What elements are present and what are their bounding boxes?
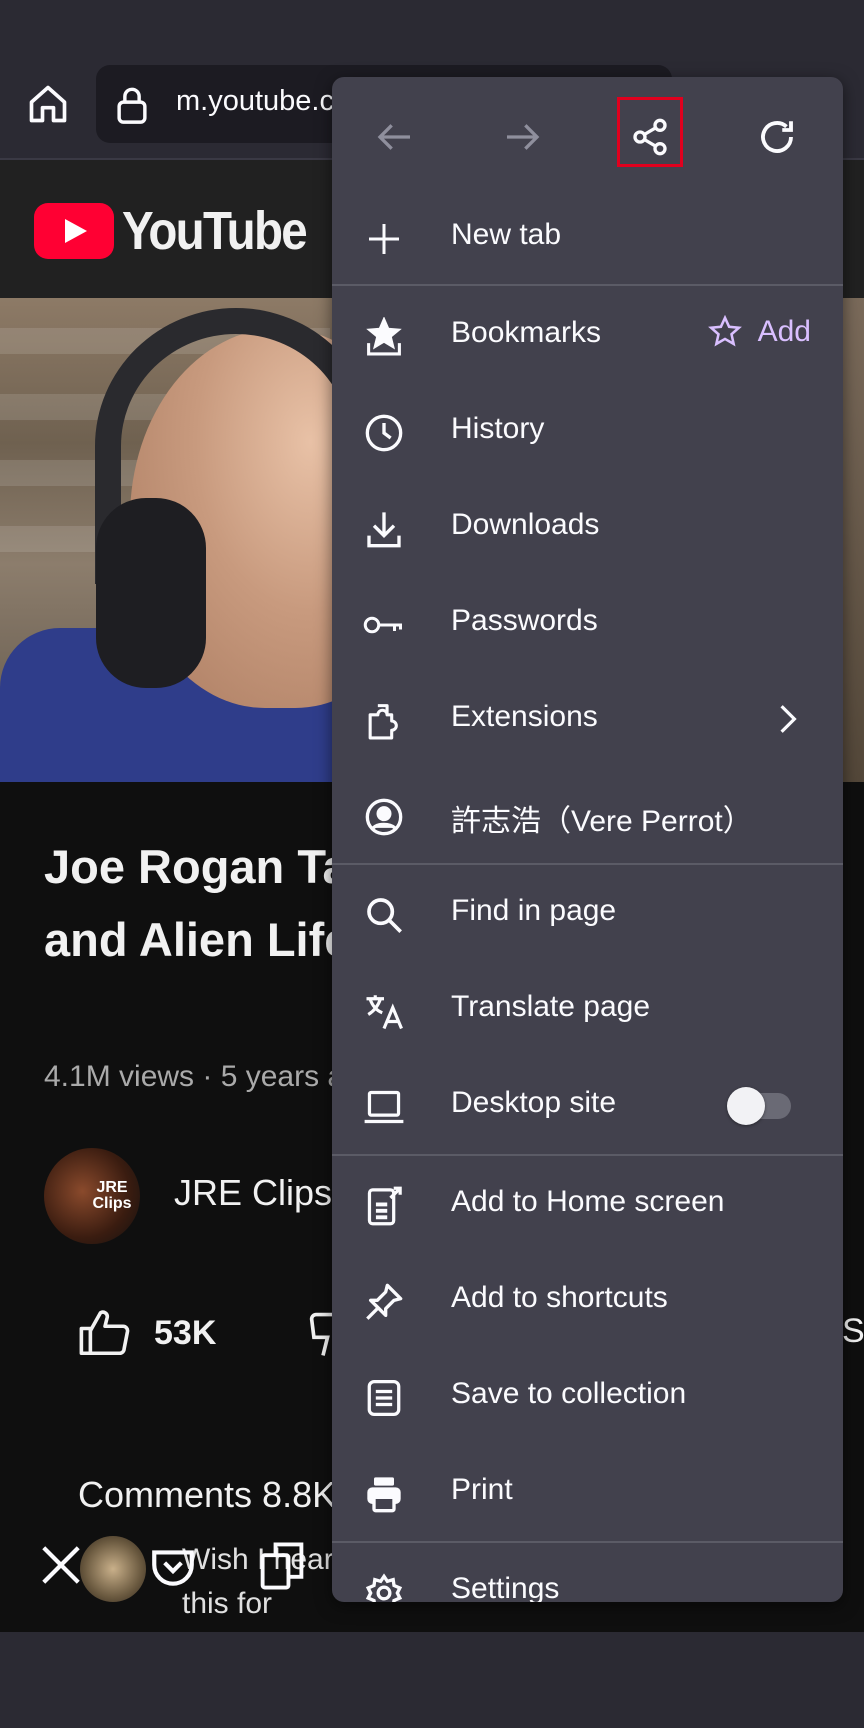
youtube-wordmark: YouTube [122, 201, 308, 261]
menu-item-label: Extensions [451, 700, 598, 733]
channel-avatar[interactable]: JRE Clips [44, 1148, 140, 1244]
menu-item-label: Desktop site [451, 1086, 617, 1119]
menu-item-desktop-site[interactable]: Desktop site [332, 1059, 843, 1155]
menu-item-add-to-shortcuts[interactable]: Add to shortcuts [332, 1254, 843, 1350]
menu-item-label: Bookmarks [451, 316, 602, 349]
channel-avatar-text: JRE Clips [92, 1179, 132, 1212]
menu-item-extensions[interactable]: Extensions [332, 673, 843, 769]
star-outline-icon [707, 315, 742, 347]
menu-item-label: Add to Home screen [451, 1185, 725, 1218]
clock-icon [365, 414, 403, 452]
menu-item-settings[interactable]: Settings [332, 1545, 843, 1602]
menu-nav-row [332, 77, 843, 197]
collection-icon [367, 1380, 401, 1416]
chevron-right-icon [780, 705, 797, 733]
reload-icon [761, 121, 793, 153]
channel-name[interactable]: JRE Clips [174, 1172, 332, 1214]
close-icon[interactable] [38, 1542, 84, 1588]
menu-item-new-tab[interactable]: New tab [332, 191, 843, 287]
menu-item-save-to-collection[interactable]: Save to collection [332, 1350, 843, 1446]
bottom-navigation-bar [0, 1632, 864, 1728]
menu-item-label: Print [451, 1473, 513, 1506]
youtube-logo[interactable]: YouTube [34, 200, 331, 262]
desktop-site-toggle[interactable] [727, 1087, 791, 1125]
pocket-icon[interactable] [148, 1542, 198, 1592]
bookmark-star-icon [366, 317, 402, 356]
like-button[interactable]: 53K [78, 1308, 216, 1358]
toggle-knob [727, 1087, 765, 1125]
menu-item-add-to-home-screen[interactable]: Add to Home screen [332, 1158, 843, 1254]
share-button-partial[interactable]: S [842, 1312, 864, 1351]
arrow-right-icon [507, 124, 540, 150]
menu-item-bookmarks[interactable]: Bookmarks Add [332, 289, 843, 385]
menu-item-history[interactable]: History [332, 385, 843, 481]
status-bar [0, 0, 864, 50]
menu-item-find-in-page[interactable]: Find in page [332, 867, 843, 963]
menu-divider [332, 1541, 843, 1543]
menu-item-label: 許志浩（Vere Perrot） [451, 805, 753, 838]
menu-item-label: History [451, 412, 545, 445]
menu-item-passwords[interactable]: Passwords [332, 577, 843, 673]
add-home-icon [367, 1186, 402, 1226]
menu-item-label: Find in page [451, 894, 617, 927]
menu-item-label: Downloads [451, 508, 600, 541]
video-meta: 4.1M views · 5 years ago [44, 1060, 378, 1093]
headphone-earcup [96, 498, 206, 688]
menu-item-label: New tab [451, 218, 562, 251]
menu-item-label: Passwords [451, 604, 598, 637]
menu-item-account[interactable]: 許志浩（Vere Perrot） [332, 769, 843, 865]
back-button[interactable] [362, 104, 428, 170]
add-bookmark-button[interactable]: Add [707, 315, 811, 349]
tab-thumbnail[interactable] [80, 1536, 146, 1602]
menu-item-downloads[interactable]: Downloads [332, 481, 843, 577]
menu-item-label: Add to shortcuts [451, 1281, 668, 1314]
search-icon [367, 898, 402, 933]
puzzle-icon [368, 704, 398, 740]
thumbs-up-icon [79, 1310, 130, 1356]
youtube-play-icon [34, 203, 114, 259]
account-icon [365, 798, 403, 836]
laptop-icon [364, 1090, 404, 1124]
pin-icon [366, 1283, 403, 1320]
menu-divider [332, 1154, 843, 1156]
translate-icon [366, 995, 403, 1030]
home-button[interactable] [22, 78, 74, 130]
menu-divider [332, 863, 843, 865]
menu-item-label: Translate page [451, 990, 651, 1023]
menu-divider [332, 284, 843, 286]
menu-item-translate-page[interactable]: Translate page [332, 963, 843, 1059]
share-highlight-box [617, 97, 683, 167]
lock-icon [117, 87, 147, 124]
key-icon [363, 616, 402, 634]
reload-button[interactable] [744, 104, 810, 170]
copy-icon[interactable] [256, 1538, 308, 1594]
like-count: 53K [154, 1313, 217, 1352]
gear-icon [365, 1573, 403, 1602]
menu-item-print[interactable]: Print [332, 1446, 843, 1542]
download-icon [367, 512, 401, 548]
forward-button[interactable] [489, 104, 555, 170]
printer-icon [367, 1477, 401, 1513]
menu-item-label: Settings [451, 1572, 560, 1602]
plus-icon [369, 224, 399, 254]
arrow-left-icon [377, 124, 410, 150]
home-icon [29, 85, 67, 123]
browser-main-menu: New tab Bookmarks Add History Downloads … [332, 77, 843, 1602]
add-bookmark-label: Add [757, 315, 811, 348]
menu-item-label: Save to collection [451, 1377, 687, 1410]
comments-header[interactable]: Comments 8.8K [78, 1474, 336, 1516]
